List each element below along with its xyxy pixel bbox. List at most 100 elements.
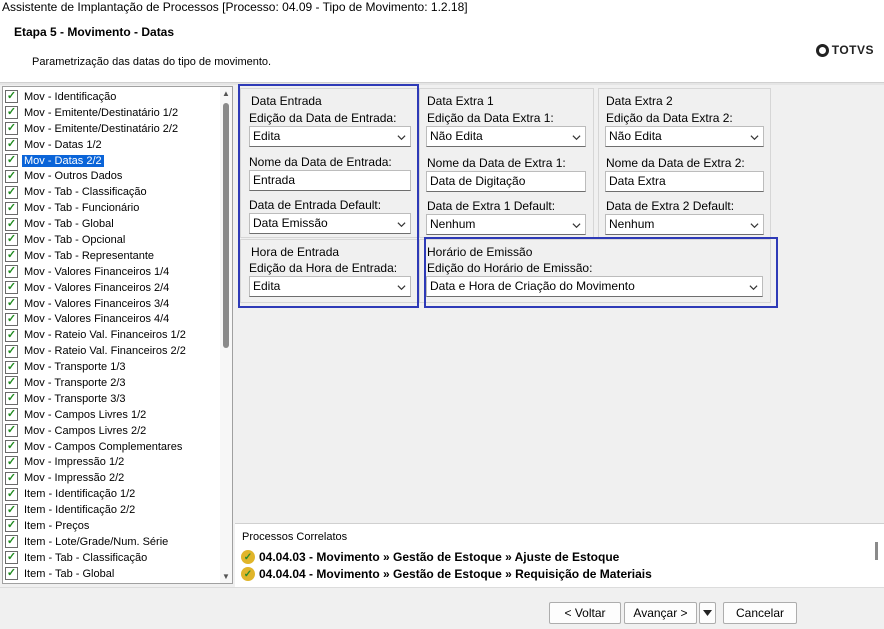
- tree-item[interactable]: ✓ Mov - Tab - Opcional: [3, 232, 221, 248]
- tree-item[interactable]: ✓ Mov - Valores Financeiros 3/4: [3, 296, 221, 312]
- checkbox-checked-icon[interactable]: ✓: [5, 487, 18, 501]
- checkbox-checked-icon[interactable]: ✓: [5, 312, 18, 326]
- checkbox-checked-icon[interactable]: ✓: [5, 392, 18, 406]
- checkbox-checked-icon[interactable]: ✓: [5, 217, 18, 231]
- checkbox-checked-icon[interactable]: ✓: [5, 169, 18, 183]
- checkbox-checked-icon[interactable]: ✓: [5, 233, 18, 247]
- checkbox-checked-icon[interactable]: ✓: [5, 106, 18, 120]
- checkbox-checked-icon[interactable]: ✓: [5, 344, 18, 358]
- tree-item[interactable]: ✓ Mov - Tab - Global: [3, 216, 221, 232]
- tree-item[interactable]: ✓ Mov - Impressão 1/2: [3, 454, 221, 470]
- tree-item[interactable]: ✓ Mov - Campos Complementares: [3, 439, 221, 455]
- related-processes-title: Processos Correlatos: [242, 531, 348, 543]
- default-data-extra-2-select[interactable]: Nenhum: [605, 214, 764, 235]
- nome-data-extra-1-input[interactable]: Data de Digitação: [426, 171, 586, 192]
- related-process-item[interactable]: ✓ 04.04.03 - Movimento » Gestão de Estoq…: [241, 550, 619, 564]
- tree-item[interactable]: ✓ Mov - Identificação: [3, 89, 221, 105]
- tree-scrollbar[interactable]: ▲ ▼: [220, 87, 232, 583]
- related-process-label: 04.04.04 - Movimento » Gestão de Estoque…: [259, 567, 652, 581]
- checkbox-checked-icon[interactable]: ✓: [5, 249, 18, 263]
- tree-item[interactable]: ✓ Mov - Rateio Val. Financeiros 1/2: [3, 327, 221, 343]
- checkbox-checked-icon[interactable]: ✓: [5, 185, 18, 199]
- default-data-entrada-select[interactable]: Data Emissão: [249, 213, 411, 234]
- steps-tree[interactable]: ✓ Mov - Identificação ✓ Mov - Emitente/Dest…: [2, 86, 233, 584]
- related-process-item[interactable]: ✓ 04.04.04 - Movimento » Gestão de Estoq…: [241, 567, 652, 581]
- scroll-down-icon[interactable]: ▼: [222, 572, 230, 581]
- tree-item[interactable]: ✓ Item - Tab - Classificação: [3, 550, 221, 566]
- checkbox-checked-icon[interactable]: ✓: [5, 265, 18, 279]
- back-button[interactable]: < Voltar: [549, 602, 621, 624]
- tree-item[interactable]: ✓ Mov - Campos Livres 1/2: [3, 407, 221, 423]
- tree-item[interactable]: ✓ Mov - Emitente/Destinatário 1/2: [3, 105, 221, 121]
- checkbox-checked-icon[interactable]: ✓: [5, 408, 18, 422]
- checkbox-checked-icon[interactable]: ✓: [5, 90, 18, 104]
- select-value: Edita: [253, 129, 281, 143]
- next-dropdown-button[interactable]: [699, 602, 716, 624]
- related-scrollbar[interactable]: [875, 542, 878, 560]
- checkbox-checked-icon[interactable]: ✓: [5, 440, 18, 454]
- logo-text: TOTVS: [831, 43, 874, 57]
- tree-item[interactable]: ✓ Mov - Transporte 3/3: [3, 391, 221, 407]
- checkbox-checked-icon[interactable]: ✓: [5, 122, 18, 136]
- tree-item[interactable]: ✓ Mov - Valores Financeiros 2/4: [3, 280, 221, 296]
- scroll-thumb[interactable]: [223, 103, 229, 348]
- checkbox-checked-icon[interactable]: ✓: [5, 471, 18, 485]
- edicao-horario-emissao-select[interactable]: Data e Hora de Criação do Movimento: [426, 276, 763, 297]
- cancel-button[interactable]: Cancelar: [723, 602, 797, 624]
- tree-item[interactable]: ✓ Mov - Campos Livres 2/2: [3, 423, 221, 439]
- tree-item[interactable]: ✓ Mov - Transporte 2/3: [3, 375, 221, 391]
- wizard-footer: < Voltar Avançar > Cancelar: [0, 587, 884, 629]
- tree-item[interactable]: ✓ Mov - Emitente/Destinatário 2/2: [3, 121, 221, 137]
- checkbox-checked-icon[interactable]: ✓: [5, 376, 18, 390]
- tree-item[interactable]: ✓ Mov - Tab - Funcionário: [3, 200, 221, 216]
- tree-item[interactable]: ✓ Mov - Valores Financeiros 4/4: [3, 311, 221, 327]
- tree-item-label: Item - Tab - Global: [24, 567, 115, 580]
- checkbox-checked-icon[interactable]: ✓: [5, 424, 18, 438]
- tree-item[interactable]: ✓ Item - Preços: [3, 518, 221, 534]
- checkbox-checked-icon[interactable]: ✓: [5, 519, 18, 533]
- default-data-extra-1-select[interactable]: Nenhum: [426, 214, 586, 235]
- checkbox-checked-icon[interactable]: ✓: [5, 297, 18, 311]
- chevron-down-icon: [397, 285, 406, 291]
- tree-item[interactable]: ✓ Mov - Tab - Representante: [3, 248, 221, 264]
- checkbox-checked-icon[interactable]: ✓: [5, 455, 18, 469]
- tree-item-label: Item - Lote/Grade/Num. Série: [24, 535, 169, 548]
- select-value: Não Edita: [430, 129, 483, 143]
- edicao-hora-entrada-select[interactable]: Edita: [249, 276, 411, 297]
- tree-item[interactable]: ✓ Item - Tab - Global: [3, 566, 221, 582]
- scroll-up-icon[interactable]: ▲: [222, 89, 230, 98]
- tree-item[interactable]: ✓ Mov - Transporte 1/3: [3, 359, 221, 375]
- select-value: Data e Hora de Criação do Movimento: [430, 279, 635, 293]
- checkbox-checked-icon[interactable]: ✓: [5, 138, 18, 152]
- tree-item[interactable]: ✓ Item - Identificação 1/2: [3, 486, 221, 502]
- checkbox-checked-icon[interactable]: ✓: [5, 535, 18, 549]
- next-button[interactable]: Avançar >: [624, 602, 697, 624]
- nome-data-extra-2-input[interactable]: Data Extra: [605, 171, 764, 192]
- tree-item-label: Mov - Transporte 3/3: [24, 392, 126, 405]
- group-data-extra-2: Data Extra 2 Edição da Data Extra 2: Não…: [598, 88, 771, 238]
- checkbox-checked-icon[interactable]: ✓: [5, 154, 18, 167]
- tree-item[interactable]: ✓ Mov - Outros Dados: [3, 168, 221, 184]
- tree-item[interactable]: ✓ Mov - Tab - Classificação: [3, 184, 221, 200]
- tree-item[interactable]: ✓ Mov - Datas 2/2: [3, 153, 221, 169]
- checkbox-checked-icon[interactable]: ✓: [5, 281, 18, 295]
- checkbox-checked-icon[interactable]: ✓: [5, 201, 18, 215]
- tree-item[interactable]: ✓ Mov - Impressão 2/2: [3, 470, 221, 486]
- edicao-data-entrada-select[interactable]: Edita: [249, 126, 411, 147]
- tree-item[interactable]: ✓ Mov - Valores Financeiros 1/4: [3, 264, 221, 280]
- edicao-data-extra-2-select[interactable]: Não Edita: [605, 126, 764, 147]
- checkbox-checked-icon[interactable]: ✓: [5, 360, 18, 374]
- tree-item[interactable]: ✓ Item - Identificação 2/2: [3, 502, 221, 518]
- caret-down-icon: [703, 610, 712, 616]
- select-value: Não Edita: [609, 129, 662, 143]
- checkbox-checked-icon[interactable]: ✓: [5, 567, 18, 581]
- edicao-data-extra-1-select[interactable]: Não Edita: [426, 126, 586, 147]
- checkbox-checked-icon[interactable]: ✓: [5, 328, 18, 342]
- nome-data-entrada-input[interactable]: Entrada: [249, 170, 411, 191]
- tree-item[interactable]: ✓ Mov - Rateio Val. Financeiros 2/2: [3, 343, 221, 359]
- checkbox-checked-icon[interactable]: ✓: [5, 551, 18, 565]
- tree-item[interactable]: ✓ Item - Lote/Grade/Num. Série: [3, 534, 221, 550]
- tree-item[interactable]: ✓ Mov - Datas 1/2: [3, 137, 221, 153]
- checkbox-checked-icon[interactable]: ✓: [5, 503, 18, 517]
- group-data-entrada: Data Entrada Edição da Data de Entrada: …: [240, 88, 418, 238]
